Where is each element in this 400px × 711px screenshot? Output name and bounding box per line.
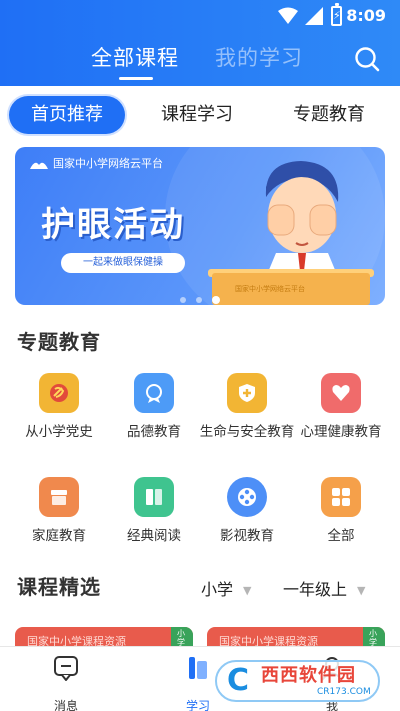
wifi-icon (278, 7, 298, 24)
grid-glyph (332, 488, 350, 506)
top-header: ⚡ 8:09 全部课程 我的学习 (0, 0, 400, 86)
platform-logo-icon (30, 162, 48, 169)
topic-label: 从小学党史 (25, 424, 93, 440)
topic-label: 生命与安全教育 (199, 424, 295, 440)
app-screen: ⚡ 8:09 全部课程 我的学习 首页推荐 课程学习 专题教育 国家中小学网络云… (0, 0, 400, 711)
card-side-text: 小学 (369, 629, 377, 647)
topic-label: 品德教育 (127, 424, 181, 440)
pill-home-recommend[interactable]: 首页推荐 (9, 96, 125, 134)
topic-item-party-history[interactable]: 从小学党史 (9, 373, 109, 441)
promo-banner[interactable]: 国家中小学网络云平台 护眼活动 一起来做眼保健操 国家中小学网络云平台 (15, 147, 385, 305)
topic-item-mental-health[interactable]: 心理健康教育 (291, 373, 391, 441)
topic-item-all[interactable]: 全部 (291, 477, 391, 545)
category-pills: 首页推荐 课程学习 专题教育 (0, 96, 400, 136)
watermark-title: 西西软件园 (261, 665, 356, 686)
main-content: 首页推荐 课程学习 专题教育 国家中小学网络云平台 护眼活动 一起来做眼保健操 (0, 86, 400, 646)
topic-label: 影视教育 (220, 528, 274, 544)
tab-messages[interactable]: 消息 (26, 655, 106, 711)
banner-logo: 国家中小学网络云平台 (29, 155, 163, 171)
topic-item-film-education[interactable]: 影视教育 (197, 477, 297, 545)
banner-logo-text: 国家中小学网络云平台 (53, 157, 163, 170)
heart-icon (321, 373, 361, 413)
book-glyph (146, 489, 162, 505)
banner-pagination (15, 289, 385, 304)
topic-section-title: 专题教育 (17, 330, 101, 354)
card-side-text: 小学 (177, 629, 185, 647)
pill-topic-education[interactable]: 专题教育 (293, 96, 365, 134)
watermark-logo: C 西西软件园 CR173.COM (215, 660, 380, 702)
signal-icon (305, 7, 323, 25)
topic-item-life-safety[interactable]: 生命与安全教育 (197, 373, 297, 441)
banner-dot[interactable] (180, 296, 186, 303)
caret-down-icon: ▼ (243, 584, 252, 597)
topic-label: 全部 (327, 528, 355, 544)
banner-subtitle: 一起来做眼保健操 (61, 253, 185, 273)
banner-title: 护眼活动 (41, 205, 185, 245)
party-emblem-icon (39, 373, 79, 413)
grade-term-filter[interactable]: 一年级上 ▼ (283, 576, 365, 600)
shield-glyph (239, 384, 255, 402)
book-icon (134, 477, 174, 517)
pill-course-study[interactable]: 课程学习 (161, 96, 233, 134)
message-icon (54, 656, 78, 681)
grade-level-filter[interactable]: 小学 ▼ (201, 576, 251, 600)
battery-charging-glyph: ⚡ (333, 9, 341, 22)
heart-glyph (332, 385, 350, 401)
study-icon (189, 657, 207, 679)
shield-icon (227, 373, 267, 413)
grade-level-label: 小学 (201, 580, 234, 599)
topic-label: 家庭教育 (32, 528, 86, 544)
film-reel-glyph (238, 488, 256, 506)
tab-all-courses[interactable]: 全部课程 (91, 42, 179, 72)
house-glyph (51, 490, 67, 505)
status-bar: ⚡ 8:09 (0, 0, 400, 32)
party-emblem-glyph (50, 384, 68, 402)
course-section-title: 课程精选 (17, 575, 101, 599)
watermark-glyph: C (227, 663, 250, 698)
topic-item-family-education[interactable]: 家庭教育 (9, 477, 109, 545)
tab-label: 消息 (53, 699, 78, 711)
medal-icon (134, 373, 174, 413)
top-nav: 全部课程 我的学习 (0, 32, 400, 86)
watermark-url: CR173.COM (317, 687, 371, 697)
topic-grid: 从小学党史 品德教育 生命与安全教育 心理健康教育 家庭教育 经典阅读 影视教育… (0, 373, 400, 563)
battery-icon: ⚡ (331, 3, 342, 26)
caret-down-icon: ▼ (357, 584, 366, 597)
film-reel-icon (227, 477, 267, 517)
topic-label: 经典阅读 (127, 528, 181, 544)
banner-dot[interactable] (196, 296, 202, 303)
tab-my-learning[interactable]: 我的学习 (215, 42, 303, 72)
topic-item-classic-reading[interactable]: 经典阅读 (104, 477, 204, 545)
grade-term-label: 一年级上 (283, 580, 348, 599)
grid-icon (321, 477, 361, 517)
search-icon[interactable] (354, 46, 380, 72)
boy-illustration-icon (265, 161, 339, 277)
status-time: 8:09 (346, 6, 386, 25)
topic-item-moral-education[interactable]: 品德教育 (104, 373, 204, 441)
house-icon (39, 477, 79, 517)
medal-glyph (146, 384, 162, 403)
banner-dot-active[interactable] (212, 295, 220, 304)
active-tab-indicator (119, 77, 153, 80)
topic-label: 心理健康教育 (300, 424, 382, 440)
